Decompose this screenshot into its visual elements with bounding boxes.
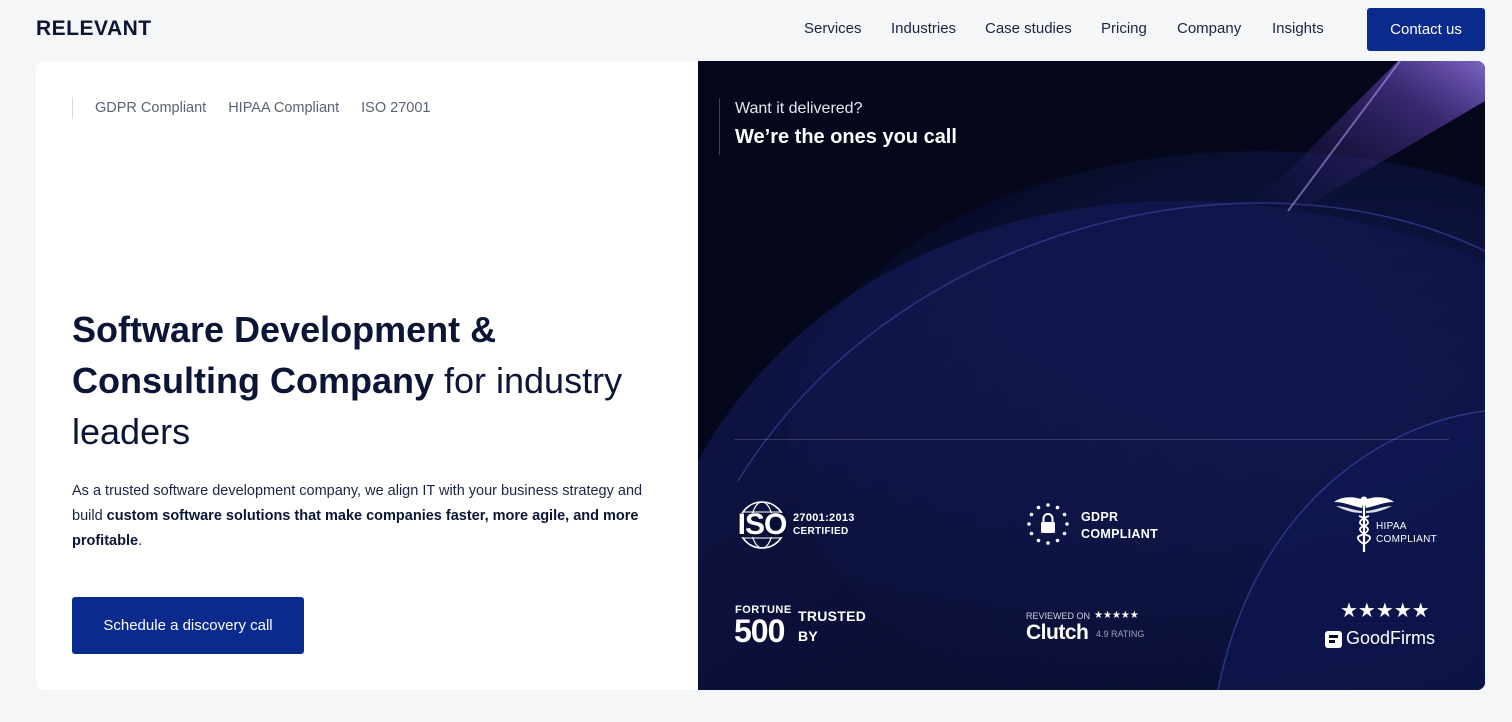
hipaa-line1: HIPAA (1376, 521, 1407, 532)
fortune-line2: BY (798, 628, 819, 644)
contact-us-button[interactable]: Contact us (1367, 8, 1485, 51)
hero-headline: Software Development & Consulting Compan… (72, 304, 672, 457)
main-nav: Services Industries Case studies Pricing… (0, 20, 1512, 40)
iso-logo-text: ISO (737, 508, 788, 541)
hero-right-panel: Want it delivered? We’re the ones you ca… (698, 61, 1485, 690)
site-header: RELEVANT Services Industries Case studie… (0, 0, 1512, 60)
gdpr-line2: COMPLIANT (1081, 527, 1158, 541)
nav-company[interactable]: Company (1177, 20, 1241, 37)
fortune-500-text: 500 (734, 613, 785, 649)
nav-case-studies[interactable]: Case studies (985, 20, 1072, 37)
clutch-reviewed-on: REVIEWED ON (1026, 610, 1091, 621)
goodfirms-logo: GoodFirms (1346, 628, 1436, 648)
schedule-call-button[interactable]: Schedule a discovery call (72, 597, 304, 654)
nav-industries[interactable]: Industries (891, 20, 956, 37)
compliance-hipaa: HIPAA Compliant (228, 100, 340, 116)
hipaa-line2: COMPLIANT (1376, 534, 1438, 545)
clutch-badge: REVIEWED ON ★★★★★ Clutch 4.9 RATING (1026, 608, 1176, 648)
nav-insights[interactable]: Insights (1272, 20, 1324, 37)
hero-left-card: GDPR Compliant HIPAA Compliant ISO 27001… (36, 61, 698, 690)
hipaa-badge: HIPAA COMPLIANT (1332, 494, 1452, 554)
nav-services[interactable]: Services (804, 20, 862, 37)
background-art (698, 61, 1485, 690)
compliance-list: GDPR Compliant HIPAA Compliant ISO 27001 (72, 97, 430, 119)
clutch-logo: Clutch (1026, 621, 1089, 644)
gdpr-badge: GDPR COMPLIANT (1025, 501, 1165, 549)
iso-line2: CERTIFIED (793, 526, 849, 537)
desc-strong: custom software solutions that make comp… (72, 508, 639, 549)
goodfirms-stars: ★★★★★ (1340, 600, 1430, 622)
compliance-iso: ISO 27001 (361, 100, 431, 116)
clutch-stars: ★★★★★ (1094, 610, 1139, 621)
gdpr-line1: GDPR (1081, 510, 1119, 524)
iso-badge: ISO 27001:2013 CERTIFIED (736, 499, 876, 551)
eu-stars-lock-icon (1027, 503, 1069, 545)
fortune-line1: TRUSTED (798, 608, 867, 624)
tagline-small: Want it delivered? (735, 100, 863, 117)
hero-description: As a trusted software development compan… (72, 479, 672, 554)
compliance-gdpr: GDPR Compliant (95, 100, 207, 116)
clutch-rating: 4.9 RATING (1096, 629, 1145, 639)
headline-strong: Software Development & Consulting Compan… (72, 309, 497, 401)
tagline-big: We’re the ones you call (735, 126, 957, 148)
iso-line1: 27001:2013 (793, 512, 855, 524)
goodfirms-icon (1325, 631, 1342, 648)
nav-pricing[interactable]: Pricing (1101, 20, 1147, 37)
fortune-badge: FORTUNE 500 TRUSTED BY (734, 604, 875, 650)
panel-tagline: Want it delivered? We’re the ones you ca… (719, 98, 957, 155)
goodfirms-badge: ★★★★★ GoodFirms (1325, 598, 1455, 654)
desc-part-2: . (138, 533, 143, 549)
panel-divider (734, 439, 1449, 440)
